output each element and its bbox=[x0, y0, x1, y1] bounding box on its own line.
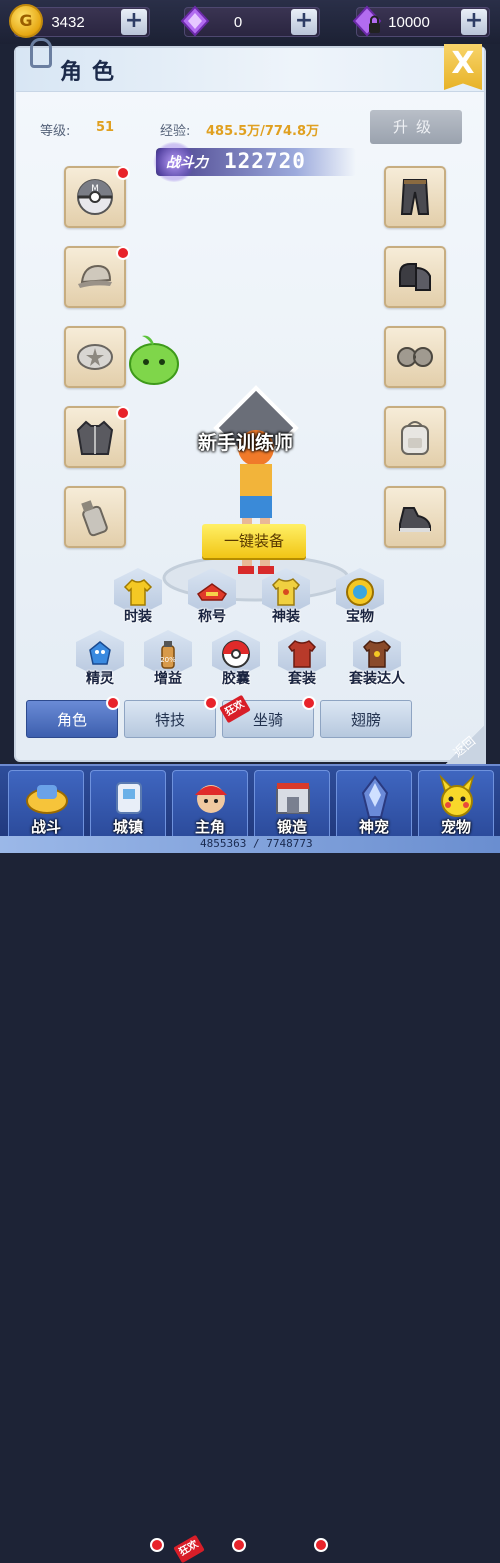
func-buff[interactable]: 20% 增益 bbox=[140, 630, 196, 688]
gloves-icon bbox=[399, 263, 431, 291]
gem-counter: 0 + bbox=[180, 5, 320, 37]
tab-character[interactable]: 角色 bbox=[26, 700, 118, 738]
cap-icon bbox=[78, 264, 112, 288]
forge-icon bbox=[276, 783, 310, 814]
event-tag: 狂欢 bbox=[173, 1534, 205, 1563]
nav-forge[interactable]: 锻造 bbox=[254, 770, 330, 840]
town-icon bbox=[116, 782, 142, 814]
svg-text:20%: 20% bbox=[160, 656, 176, 664]
func-label: 称号 bbox=[198, 609, 226, 625]
func-fashion[interactable]: 时装 bbox=[110, 568, 166, 626]
gem-icon bbox=[180, 5, 210, 37]
nav-label: 神宠 bbox=[358, 818, 389, 836]
func-label: 宝物 bbox=[346, 609, 374, 625]
func-label: 精灵 bbox=[86, 671, 114, 687]
func-spirit[interactable]: 精灵 bbox=[72, 630, 128, 688]
equip-slot-shoes[interactable] bbox=[384, 486, 446, 548]
exp-value: 485.5万/774.8万 bbox=[206, 124, 319, 139]
nav-pet[interactable]: 宠物 bbox=[418, 770, 494, 840]
equip-slot-goggles[interactable] bbox=[384, 326, 446, 388]
notify-dot bbox=[232, 1538, 246, 1552]
battle-icon bbox=[26, 785, 68, 814]
gold-counter: G 3432 + bbox=[9, 4, 150, 38]
func-label: 套装 bbox=[288, 671, 316, 687]
add-gem-button[interactable]: + bbox=[291, 9, 317, 35]
equip-slot-badge[interactable] bbox=[64, 326, 126, 388]
exp-label: 经验: bbox=[160, 124, 191, 139]
func-label: 时装 bbox=[124, 609, 152, 625]
bottle-icon bbox=[81, 500, 108, 537]
nav-label: 宠物 bbox=[440, 818, 471, 836]
pikachu-icon bbox=[439, 774, 475, 817]
func-suit[interactable]: 套装 bbox=[274, 630, 330, 688]
character-panel: 角色 X 等级: 51 经验: 485.5万/774.8万 升级 战斗力 122… bbox=[14, 38, 486, 764]
notify-dot bbox=[116, 406, 130, 420]
page-title: 角色 bbox=[60, 60, 125, 85]
backpack-icon bbox=[401, 421, 429, 455]
footer-exp-text: 4855363 / 7748773 bbox=[200, 837, 313, 850]
notify-dot bbox=[116, 246, 130, 260]
notify-dot bbox=[204, 696, 218, 710]
currency-bar: G 3432 + 0 + 10000 + bbox=[0, 0, 500, 44]
svg-text:M: M bbox=[91, 184, 99, 194]
func-label: 套装达人 bbox=[349, 671, 405, 687]
func-suit-master[interactable]: 套装达人 bbox=[342, 630, 412, 688]
equip-all-button[interactable]: 一键装备 bbox=[202, 524, 306, 558]
notify-dot bbox=[302, 696, 316, 710]
func-capsule[interactable]: 胶囊 bbox=[208, 630, 264, 688]
level-value: 51 bbox=[96, 120, 115, 135]
close-button[interactable]: X bbox=[444, 44, 482, 90]
nav-label: 战斗 bbox=[30, 818, 61, 836]
tab-skills[interactable]: 特技 bbox=[124, 700, 216, 738]
divine-pet-icon bbox=[361, 775, 389, 818]
equip-slot-backpack[interactable] bbox=[384, 406, 446, 468]
notify-dot bbox=[150, 1538, 164, 1552]
power-label: 战斗力 bbox=[166, 155, 208, 171]
equip-slot-gloves[interactable] bbox=[384, 246, 446, 308]
pokeball-icon: M bbox=[77, 179, 113, 215]
equip-slot-pants[interactable] bbox=[384, 166, 446, 228]
combat-power: 战斗力 122720 bbox=[152, 142, 356, 182]
jacket-icon bbox=[76, 420, 114, 455]
goggles-icon bbox=[397, 347, 433, 367]
shoe-icon bbox=[399, 507, 431, 532]
notify-dot bbox=[116, 166, 130, 180]
equip-slot-bottle[interactable] bbox=[64, 486, 126, 548]
tab-wings[interactable]: 翅膀 bbox=[320, 700, 412, 738]
notify-dot bbox=[106, 696, 120, 710]
func-divine-gear[interactable]: 神装 bbox=[258, 568, 314, 626]
func-label: 增益 bbox=[154, 671, 182, 687]
nav-label: 城镇 bbox=[112, 818, 143, 836]
nav-town[interactable]: 城镇 bbox=[90, 770, 166, 840]
nav-hero[interactable]: 主角 bbox=[172, 770, 248, 840]
bound-gem-counter: 10000 + bbox=[352, 5, 490, 37]
locked-gem-icon bbox=[352, 5, 382, 37]
func-label: 胶囊 bbox=[222, 671, 250, 687]
func-title[interactable]: 称号 bbox=[184, 568, 240, 626]
add-bound-gem-button[interactable]: + bbox=[461, 9, 487, 35]
level-label: 等级: bbox=[40, 124, 71, 139]
nav-label: 锻造 bbox=[276, 818, 307, 836]
panel-titlebar: 角色 X bbox=[16, 38, 484, 92]
hero-avatar-icon bbox=[195, 785, 227, 813]
hero-name: 新手训练师 bbox=[198, 432, 294, 454]
exp-footer-bar: 4855363 / 7748773 bbox=[0, 836, 500, 853]
gold-coin-icon: G bbox=[9, 4, 43, 38]
pants-icon bbox=[400, 179, 430, 215]
func-treasure[interactable]: 宝物 bbox=[332, 568, 388, 626]
func-label: 神装 bbox=[272, 609, 300, 625]
level-up-button[interactable]: 升级 bbox=[370, 110, 462, 144]
nav-divine-pet[interactable]: 神宠 bbox=[336, 770, 412, 840]
badge-icon bbox=[77, 344, 113, 370]
power-value: 122720 bbox=[224, 149, 306, 173]
add-gold-button[interactable]: + bbox=[121, 9, 147, 35]
nav-label: 主角 bbox=[194, 818, 225, 836]
notify-dot bbox=[314, 1538, 328, 1552]
nav-battle[interactable]: 战斗 bbox=[8, 770, 84, 840]
clip-icon bbox=[30, 38, 52, 68]
